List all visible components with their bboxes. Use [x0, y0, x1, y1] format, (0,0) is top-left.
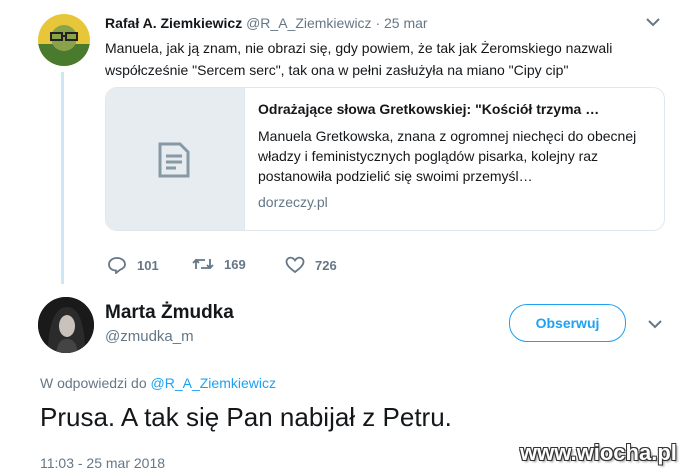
link-card[interactable]: Odrażające słowa Gretkowskiej: "Kościół … — [105, 87, 665, 231]
author-avatar[interactable] — [38, 14, 90, 66]
retweet-button[interactable]: 169 — [192, 256, 246, 272]
reply-button[interactable]: 101 — [107, 256, 159, 274]
document-icon — [158, 142, 190, 178]
heart-icon — [285, 256, 305, 274]
card-body: Odrażające słowa Gretkowskiej: "Kościół … — [258, 100, 654, 210]
separator: · — [375, 15, 381, 31]
author-name[interactable]: Marta Żmudka — [105, 302, 234, 324]
author-handle[interactable]: @R_A_Ziemkiewicz — [246, 15, 371, 31]
author-handle[interactable]: @zmudka_m — [105, 328, 194, 345]
card-title: Odrażające słowa Gretkowskiej: "Kościół … — [258, 101, 600, 117]
card-description: Manuela Gretkowska, znana z ogromnej nie… — [258, 128, 637, 184]
author-name[interactable]: Rafał A. Ziemkiewicz — [105, 15, 242, 31]
thread-line — [61, 72, 64, 284]
like-count: 726 — [315, 257, 337, 273]
reply-count: 101 — [137, 257, 159, 273]
card-thumbnail — [106, 88, 245, 230]
author-avatar[interactable] — [38, 297, 94, 353]
card-domain: dorzeczy.pl — [258, 194, 328, 210]
tweet-timestamp[interactable]: 11:03 - 25 mar 2018 — [40, 455, 165, 471]
tweet-text: Prusa. A tak się Pan nabijał z Petru. — [40, 402, 452, 432]
retweet-count: 169 — [224, 256, 246, 272]
reply-context: W odpowiedzi do @R_A_Ziemkiewicz — [40, 375, 276, 391]
chevron-down-icon[interactable] — [648, 316, 662, 332]
tweet-text: Manuela, jak ją znam, nie obrazi się, gd… — [105, 40, 613, 78]
chevron-down-icon[interactable] — [646, 14, 660, 30]
like-button[interactable]: 726 — [285, 256, 337, 274]
retweet-icon — [192, 258, 214, 270]
tweet-date[interactable]: 25 mar — [384, 15, 428, 31]
reply-handle-link[interactable]: @R_A_Ziemkiewicz — [151, 375, 276, 391]
reply-prefix: W odpowiedzi do — [40, 375, 147, 391]
follow-button[interactable]: Obserwuj — [509, 304, 626, 342]
tweet-header: Rafał A. Ziemkiewicz @R_A_Ziemkiewicz · … — [105, 15, 428, 31]
watermark: www.wiocha.pl — [520, 440, 677, 465]
reply-icon — [108, 257, 126, 274]
